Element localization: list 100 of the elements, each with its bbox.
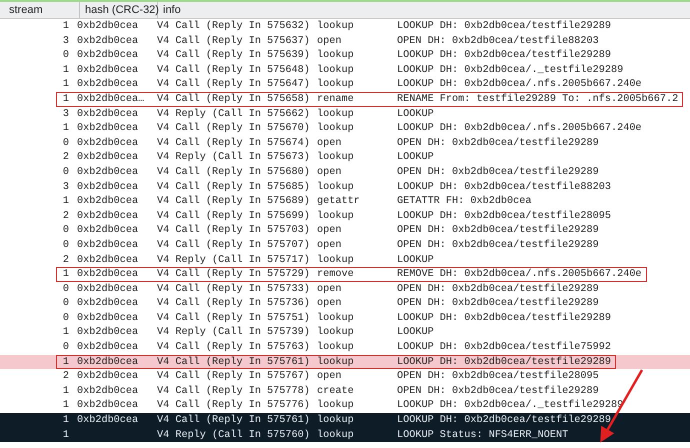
- table-cell: LOOKUP DH: 0xb2db0cea/testfile29289: [397, 49, 611, 62]
- table-row[interactable]: 0 0xb2db0cea V4 Call (Reply In 575763) lookup LOOKUP DH: 0xb2db0cea/testfile75992: [0, 340, 690, 355]
- table-cell-text: V4 Reply (Call In 575662): [157, 108, 311, 120]
- table-row[interactable]: 0 0xb2db0cea V4 Call (Reply In 575674) open OPEN DH: 0xb2db0cea/testfile29289: [0, 136, 690, 150]
- table-cell-text: V4 Call (Reply In 575680): [157, 166, 311, 179]
- table-cell-text: 0: [62, 297, 69, 310]
- table-row[interactable]: 3 0xb2db0cea V4 Reply (Call In 575662) lookup LOOKUP: [0, 106, 690, 122]
- table-cell-text: V4 Call (Reply In 575707): [157, 238, 311, 252]
- table-cell-text: 1: [62, 399, 69, 412]
- table-row[interactable]: 1 0xb2db0cea V4 Call (Reply In 575648) lookup LOOKUP DH: 0xb2db0cea/._testfile29289: [0, 62, 690, 78]
- table-row[interactable]: 0 0xb2db0cea V4 Call (Reply In 575680) open OPEN DH: 0xb2db0cea/testfile29289: [0, 164, 690, 180]
- table-row[interactable]: 3 0xb2db0cea V4 Call (Reply In 575685) lookup LOOKUP DH: 0xb2db0cea/testfile88203: [0, 180, 690, 194]
- table-row[interactable]: 1 0xb2db0cea V4 Reply (Call In 575739) lookup LOOKUP: [0, 325, 690, 340]
- table-cell-text: 1: [62, 195, 69, 208]
- table-cell: LOOKUP: [397, 254, 434, 266]
- table-cell-text: V4 Call (Reply In 575689): [157, 195, 311, 208]
- table-cell-text: open: [317, 297, 342, 310]
- table-cell: 0xb2db0cea: [77, 254, 138, 266]
- table-cell-text: lookup: [317, 312, 355, 324]
- table-row[interactable]: 0 0xb2db0cea V4 Call (Reply In 575703) open OPEN DH: 0xb2db0cea/testfile29289: [0, 223, 690, 238]
- column-header[interactable]: hash (CRC-32): [80, 2, 158, 18]
- table-row[interactable]: 2 0xb2db0cea V4 Call (Reply In 575767) open OPEN DH: 0xb2db0cea/testfile28095: [0, 369, 690, 384]
- table-row[interactable]: 1 0xb2db0cea V4 Call (Reply In 575632) lookup LOOKUP DH: 0xb2db0cea/testfile29289: [0, 19, 690, 34]
- table-row[interactable]: 0 0xb2db0cea V4 Call (Reply In 575736) open OPEN DH: 0xb2db0cea/testfile29289: [0, 296, 690, 311]
- table-cell: LOOKUP Status: NFS4ERR_NOENT: [397, 428, 568, 442]
- table-cell: 0xb2db0cea: [77, 284, 138, 295]
- table-cell-text: 1: [62, 64, 69, 76]
- table-cell: 0xb2db0cea: [77, 356, 138, 368]
- table-cell: 0xb2db0cea: [77, 79, 138, 90]
- table-row[interactable]: 1 0xb2db0cea… V4 Call (Reply In 575658) rename RENAME From: testfile29289 To: .nfs.2005b667.2: [0, 92, 690, 107]
- table-cell-text: 1: [62, 20, 69, 33]
- table-cell-text: 1: [62, 326, 69, 340]
- table-cell-text: lookup: [317, 20, 355, 33]
- table-cell-text: lookup: [317, 64, 355, 76]
- table-cell: LOOKUP DH: 0xb2db0cea/testfile29289: [397, 20, 611, 33]
- table-cell-text: 0: [62, 341, 69, 354]
- table-row[interactable]: 1 0xb2db0cea V4 Call (Reply In 575729) remove REMOVE DH: 0xb2db0cea/.nfs.2005b667.240e: [0, 267, 690, 282]
- table-cell: 0xb2db0cea: [77, 182, 138, 193]
- table-cell-text: lookup: [317, 428, 355, 442]
- table-cell: LOOKUP DH: 0xb2db0cea/.nfs.2005b667.240e: [397, 122, 642, 135]
- table-cell-text: V4 Call (Reply In 575778): [157, 384, 311, 398]
- table-cell-text: open: [317, 166, 342, 179]
- table-row[interactable]: 2 0xb2db0cea V4 Call (Reply In 575699) lookup LOOKUP DH: 0xb2db0cea/testfile28095: [0, 208, 690, 224]
- table-cell-text: 2: [62, 210, 69, 222]
- table-cell: OPEN DH: 0xb2db0cea/testfile29289: [397, 166, 599, 179]
- table-cell: LOOKUP DH: 0xb2db0cea/testfile88203: [397, 180, 611, 194]
- table-cell: LOOKUP: [397, 151, 434, 164]
- table-cell-text: lookup: [317, 399, 355, 412]
- table-row[interactable]: 0 0xb2db0cea V4 Call (Reply In 575639) lookup LOOKUP DH: 0xb2db0cea/testfile29289: [0, 48, 690, 63]
- table-row[interactable]: 1 0xb2db0cea V4 Call (Reply In 575778) create OPEN DH: 0xb2db0cea/testfile29289: [0, 384, 690, 398]
- table-cell-text: lookup: [317, 49, 355, 62]
- table-row[interactable]: 2 0xb2db0cea V4 Reply (Call In 575673) lookup LOOKUP: [0, 150, 690, 165]
- table-cell-text: lookup: [317, 356, 355, 368]
- table-cell: OPEN DH: 0xb2db0cea/testfile29289: [397, 238, 599, 252]
- table-cell-text: remove: [317, 268, 355, 281]
- table-cell-text: create: [317, 384, 355, 398]
- table-cell-text: 0: [62, 224, 69, 237]
- table-cell: GETATTR FH: 0xb2db0cea: [397, 195, 532, 208]
- table-row[interactable]: 1 0xb2db0cea V4 Call (Reply In 575647) lookup LOOKUP DH: 0xb2db0cea/.nfs.2005b667.240e: [0, 77, 690, 92]
- table-cell: 0xb2db0cea: [77, 269, 138, 280]
- table-cell: 0xb2db0cea: [77, 196, 138, 208]
- table-cell: 0xb2db0cea: [77, 123, 138, 134]
- table-cell: OPEN DH: 0xb2db0cea/testfile28095: [397, 370, 599, 383]
- table-cell: LOOKUP DH: 0xb2db0cea/testfile75992: [397, 341, 611, 354]
- table-row[interactable]: 1 0xb2db0cea V4 Call (Reply In 575761) lookup LOOKUP DH: 0xb2db0cea/testfile29289: [0, 413, 690, 428]
- table-row[interactable]: 0 0xb2db0cea V4 Call (Reply In 575707) open OPEN DH: 0xb2db0cea/testfile29289: [0, 238, 690, 252]
- table-row[interactable]: 0 0xb2db0cea V4 Call (Reply In 575733) open OPEN DH: 0xb2db0cea/testfile29289: [0, 282, 690, 296]
- table-cell: LOOKUP DH: 0xb2db0cea/testfile28095: [397, 210, 611, 222]
- table-cell: 0xb2db0cea: [77, 342, 138, 354]
- table-cell-text: 1: [62, 268, 69, 281]
- table-row[interactable]: 1 V4 Reply (Call In 575760) lookup LOOKUP Status: NFS4ERR_NOENT: [0, 428, 690, 442]
- table-cell-text: 0: [62, 49, 69, 62]
- table-cell-text: 0: [62, 166, 69, 179]
- table-cell: 0xb2db0cea: [77, 240, 138, 251]
- column-header[interactable]: stream: [0, 2, 80, 18]
- table-cell-text: V4 Call (Reply In 575751): [157, 312, 311, 324]
- table-cell-text: 0: [62, 136, 69, 150]
- table-cell-text: lookup: [317, 341, 355, 354]
- table-cell: 0xb2db0cea: [77, 21, 138, 32]
- table-cell: 0xb2db0cea: [77, 108, 138, 120]
- table-cell-text: V4 Call (Reply In 575648): [157, 64, 311, 76]
- table-row[interactable]: 1 0xb2db0cea V4 Call (Reply In 575761) lookup LOOKUP DH: 0xb2db0cea/testfile29289: [0, 354, 690, 370]
- table-row[interactable]: 0 0xb2db0cea V4 Call (Reply In 575751) lookup LOOKUP DH: 0xb2db0cea/testfile29289: [0, 310, 690, 326]
- column-header[interactable]: info: [158, 2, 181, 18]
- table-cell-text: V4 Call (Reply In 575761): [157, 356, 311, 368]
- table-cell-text: open: [317, 136, 342, 150]
- table-row[interactable]: 1 0xb2db0cea V4 Call (Reply In 575689) getattr GETATTR FH: 0xb2db0cea: [0, 194, 690, 209]
- table-row[interactable]: 2 0xb2db0cea V4 Reply (Call In 575717) lookup LOOKUP: [0, 252, 690, 268]
- table-cell-text: 1: [62, 122, 69, 135]
- table-cell-text: 1: [62, 356, 69, 368]
- table-cell-text: lookup: [317, 122, 355, 135]
- table-cell: 0xb2db0cea: [77, 386, 138, 397]
- table-cell: 0xb2db0cea: [77, 298, 138, 310]
- table-cell: LOOKUP DH: 0xb2db0cea/._testfile29289: [397, 64, 624, 76]
- table-row[interactable]: 1 0xb2db0cea V4 Call (Reply In 575670) lookup LOOKUP DH: 0xb2db0cea/.nfs.2005b667.240e: [0, 121, 690, 136]
- table-cell-text: V4 Call (Reply In 575637): [157, 34, 311, 48]
- table-cell-text: V4 Call (Reply In 575767): [157, 370, 311, 383]
- table-cell-text: V4 Call (Reply In 575632): [157, 20, 311, 33]
- table-row[interactable]: 3 0xb2db0cea V4 Call (Reply In 575637) open OPEN DH: 0xb2db0cea/testfile88203: [0, 34, 690, 48]
- table-cell-text: 1: [62, 384, 69, 398]
